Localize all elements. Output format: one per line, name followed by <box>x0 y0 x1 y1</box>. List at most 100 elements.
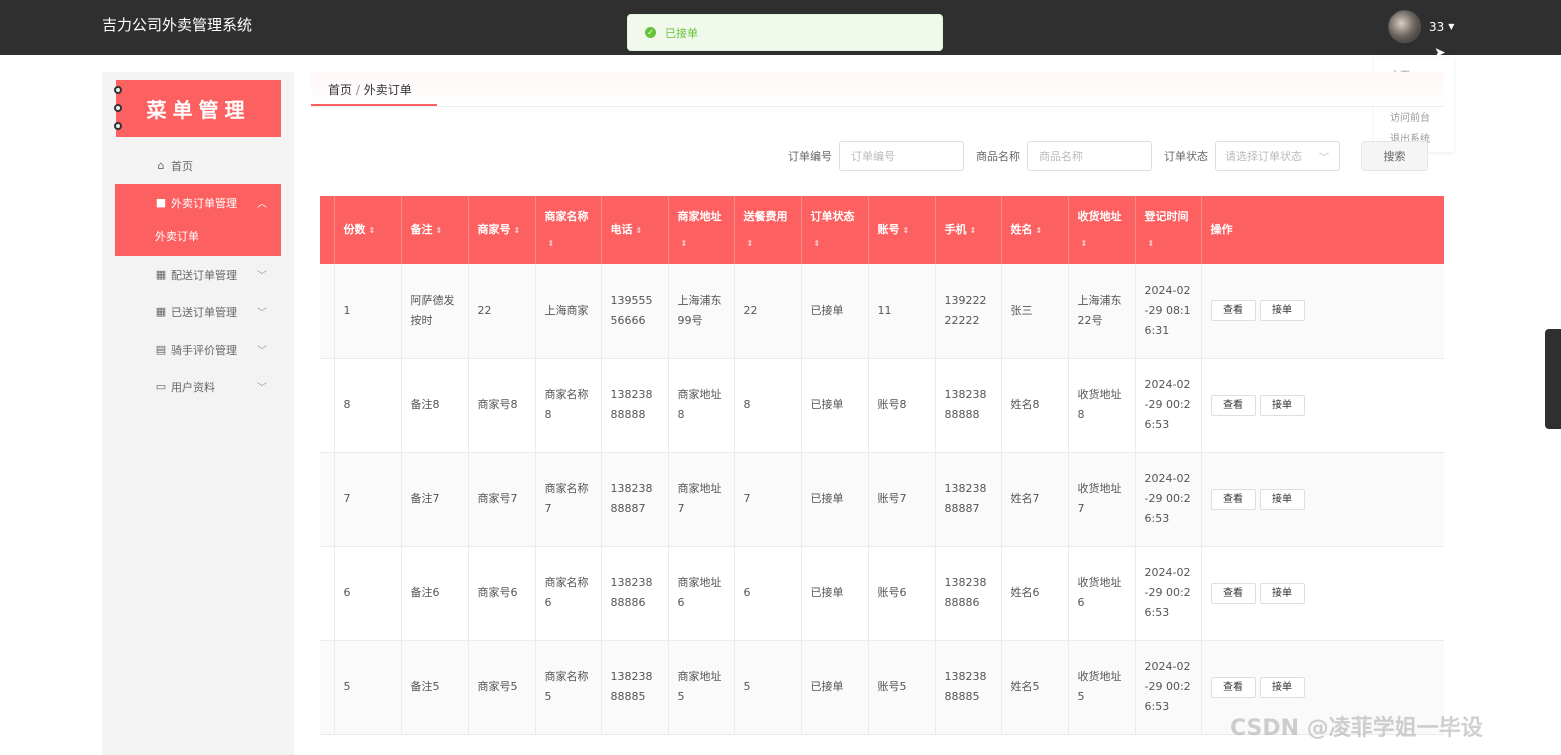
accept-order-button[interactable]: 接单 <box>1259 488 1305 510</box>
sidebar-item-takeaway-order-management[interactable]: ■ 外卖订单管理 ︿ <box>115 184 281 221</box>
orders-table: 份数 ⇕ 备注 ⇕ 商家号 ⇕ 商家名称⇕ 电话 ⇕ 商家地址⇕ 送餐费用⇕ 订单状态⇕ 账号 ⇕ 手机 ⇕ 姓… <box>320 196 1444 755</box>
column-header[interactable]: 份数 ⇕ <box>334 196 402 264</box>
search-button[interactable]: 搜索 <box>1361 141 1428 171</box>
user-menu-trigger[interactable]: 33 ▼ <box>1388 10 1454 43</box>
sort-icon[interactable]: ⇕ <box>1081 231 1088 257</box>
menu-banner-title: 菜单管理 <box>146 98 251 122</box>
column-header-label: 姓名 <box>1010 222 1033 236</box>
grid-icon: ▦ <box>155 268 167 281</box>
table-cell: 22 <box>468 264 536 359</box>
column-header[interactable]: 商家号 ⇕ <box>468 196 536 264</box>
column-header[interactable]: 账号 ⇕ <box>868 196 936 264</box>
breadcrumb-bar: 首页 / 外卖订单 <box>311 72 1444 107</box>
sort-icon[interactable]: ⇕ <box>814 231 821 257</box>
accept-order-button[interactable]: 接单 <box>1259 394 1305 416</box>
sort-icon[interactable]: ⇕ <box>1036 218 1043 244</box>
table-row: 7 备注7 商家号7 商家名称7 13823888887 商家地址7 7 已接单 账号7 1382… <box>320 452 1444 547</box>
table-cell: 6 <box>734 546 802 641</box>
username[interactable]: 33 <box>1429 20 1444 34</box>
sort-icon[interactable]: ⇕ <box>903 218 910 244</box>
accept-order-button[interactable]: 接单 <box>1259 582 1305 604</box>
order-status-label: 订单状态 <box>1164 150 1208 163</box>
table-cell: 13955556666 <box>601 264 669 359</box>
view-button[interactable]: 查看 <box>1210 488 1256 510</box>
column-header[interactable]: 姓名 ⇕ <box>1001 196 1069 264</box>
sort-icon[interactable]: ⇕ <box>747 231 754 257</box>
sidebar-item-label: 用户资料 <box>171 380 215 394</box>
table-cell: 1 <box>334 264 402 359</box>
column-header[interactable]: 备注 ⇕ <box>401 196 469 264</box>
sort-icon[interactable]: ⇕ <box>970 218 977 244</box>
table-cell: 备注6 <box>401 546 469 641</box>
sidebar-item-label: 配送订单管理 <box>171 268 237 282</box>
column-header-label: 商家地址 <box>677 209 722 223</box>
column-header[interactable]: 商家名称 ⇕ <box>535 196 602 264</box>
selection-column-header <box>320 196 335 264</box>
view-button[interactable]: 查看 <box>1210 676 1256 698</box>
sort-icon[interactable]: ⇕ <box>436 218 443 244</box>
table-cell: 商家号8 <box>468 358 536 453</box>
order-no-input[interactable]: 订单编号 <box>839 141 964 171</box>
column-header[interactable]: 收货地址 ⇕ <box>1068 196 1136 264</box>
table-cell: 姓名7 <box>1001 452 1069 547</box>
column-header-label: 操作 <box>1210 223 1233 236</box>
column-header[interactable]: 商家地址 ⇕ <box>668 196 735 264</box>
avatar[interactable] <box>1388 10 1421 43</box>
sidebar-group-takeaway-orders: ■ 外卖订单管理 ︿ 外卖订单 <box>115 184 281 256</box>
table-cell: 2024-02-29 00:26:53 <box>1135 452 1202 547</box>
sort-icon[interactable]: ⇕ <box>548 231 555 257</box>
table-cell: 13823888885 <box>601 640 669 735</box>
search-status: 订单状态 请选择订单状态 ﹀ <box>1164 141 1340 171</box>
view-button[interactable]: 查看 <box>1210 582 1256 604</box>
sort-icon[interactable]: ⇕ <box>1148 231 1155 257</box>
chevron-down-icon: ﹀ <box>257 346 267 357</box>
sidebar-item-home[interactable]: ⌂ 首页 <box>115 147 281 184</box>
breadcrumb-current: 外卖订单 <box>363 83 412 97</box>
view-button[interactable]: 查看 <box>1210 394 1256 416</box>
sort-icon[interactable]: ⇕ <box>681 231 688 257</box>
table-cell: 5 <box>334 640 402 735</box>
selection-cell <box>320 452 335 547</box>
caret-down-icon[interactable]: ▼ <box>1448 22 1454 31</box>
product-name-input[interactable]: 商品名称 <box>1027 141 1152 171</box>
side-scroll-handle[interactable] <box>1545 329 1561 429</box>
toast-message: 已接单 <box>665 26 698 40</box>
grid-icon: ▦ <box>155 305 167 318</box>
actions-cell: 查看 接单 <box>1201 546 1444 641</box>
column-header[interactable]: 登记时间 ⇕ <box>1135 196 1202 264</box>
success-toast: ✓ 已接单 <box>627 14 943 51</box>
accept-order-button[interactable]: 接单 <box>1259 300 1305 322</box>
search-product: 商品名称 商品名称 <box>976 141 1152 171</box>
sort-icon[interactable]: ⇕ <box>514 218 521 244</box>
table-cell: 2024-02-29 08:16:31 <box>1135 264 1202 359</box>
table-cell: 商家名称7 <box>535 452 602 547</box>
view-button[interactable]: 查看 <box>1210 300 1256 322</box>
table-cell: 账号7 <box>868 452 936 547</box>
table-cell: 姓名6 <box>1001 546 1069 641</box>
table-cell: 2024-02-29 00:26:53 <box>1135 640 1202 735</box>
column-header-label: 订单状态 <box>810 209 855 223</box>
column-header[interactable]: 电话 ⇕ <box>601 196 669 264</box>
sort-icon[interactable]: ⇕ <box>369 218 376 244</box>
sort-icon[interactable]: ⇕ <box>636 218 643 244</box>
sidebar-item-user-profile[interactable]: ▭ 用户资料 ﹀ <box>115 368 281 405</box>
watermark: CSDN @凌菲学姐一毕设 <box>1230 716 1483 741</box>
table-cell: 已接单 <box>801 546 869 641</box>
menu-item-visit-frontend[interactable]: 访问前台 <box>1390 108 1454 129</box>
column-header[interactable]: 手机 ⇕ <box>935 196 1002 264</box>
table-cell: 已接单 <box>801 264 869 359</box>
table-cell: 13823888886 <box>935 546 1002 641</box>
sidebar-item-delivered-order-management[interactable]: ▦ 已送订单管理 ﹀ <box>115 293 281 330</box>
sidebar-item-delivery-order-management[interactable]: ▦ 配送订单管理 ﹀ <box>115 256 281 293</box>
order-status-select[interactable]: 请选择订单状态 ﹀ <box>1215 141 1340 171</box>
breadcrumb-home[interactable]: 首页 <box>328 83 352 97</box>
sidebar-item-rider-review-management[interactable]: ▤ 骑手评价管理 ﹀ <box>115 331 281 368</box>
table-cell: 阿萨德发按时 <box>401 264 469 359</box>
column-header[interactable]: 送餐费用 ⇕ <box>734 196 802 264</box>
sidebar-subitem-takeaway-orders[interactable]: 外卖订单 <box>155 228 199 244</box>
table-cell: 7 <box>334 452 402 547</box>
accept-order-button[interactable]: 接单 <box>1259 676 1305 698</box>
column-header[interactable]: 订单状态 ⇕ <box>801 196 869 264</box>
table-cell: 13823888888 <box>935 358 1002 453</box>
table-cell: 商家地址8 <box>668 358 735 453</box>
